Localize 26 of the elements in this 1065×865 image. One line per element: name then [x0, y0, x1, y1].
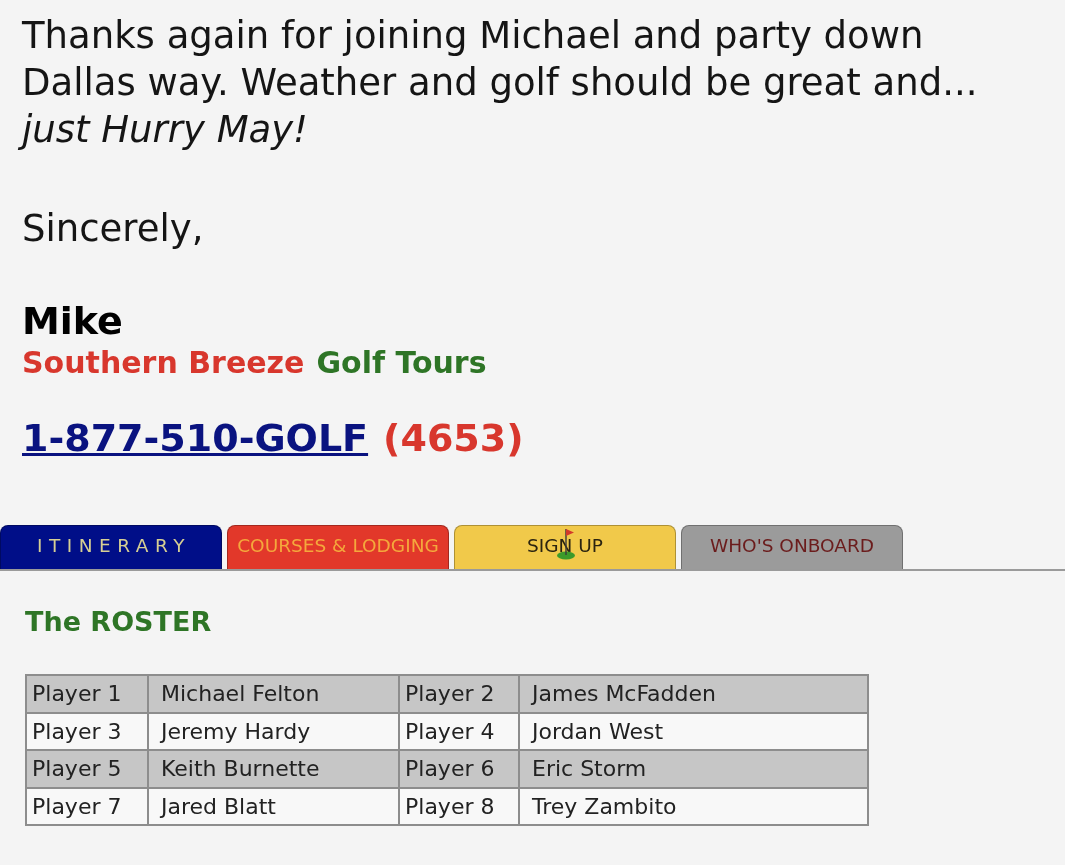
table-cell: Player 7	[26, 787, 148, 825]
table-cell: Trey Zambito	[519, 787, 868, 825]
table-cell: Michael Felton	[148, 675, 399, 713]
company-name: Southern Breeze	[22, 345, 305, 381]
table-cell: Jordan West	[519, 712, 868, 750]
phone-link[interactable]: 1-877-510-GOLF	[22, 415, 369, 461]
table-cell: Player 8	[399, 787, 519, 825]
table-cell: Player 4	[399, 712, 519, 750]
table-cell: Keith Burnette	[148, 750, 399, 788]
signer-name: Mike	[22, 299, 123, 343]
table-cell: Player 2	[399, 675, 519, 713]
section-heading: The ROSTER	[25, 606, 212, 638]
table-cell: Player 6	[399, 750, 519, 788]
letter-text: Thanks again for joining Michael and party down Dallas way. Weather and golf should be great and...	[22, 13, 979, 106]
nav-tab[interactable]: WHO'S ONBOARD	[681, 525, 903, 569]
phone-digits: (4653)	[383, 415, 524, 461]
table-cell: Jared Blatt	[148, 787, 399, 825]
table-cell: Jeremy Hardy	[148, 712, 399, 750]
closing-text: Sincerely,	[22, 206, 204, 252]
table-cell: Eric Storm	[519, 750, 868, 788]
table-cell: Player 3	[26, 712, 148, 750]
table-cell: James McFadden	[519, 675, 868, 713]
table-cell: Player 5	[26, 750, 148, 788]
nav-tab[interactable]: ITINERARY	[0, 525, 222, 569]
table-cell: Player 1	[26, 675, 148, 713]
company-name: Golf Tours	[316, 345, 487, 381]
